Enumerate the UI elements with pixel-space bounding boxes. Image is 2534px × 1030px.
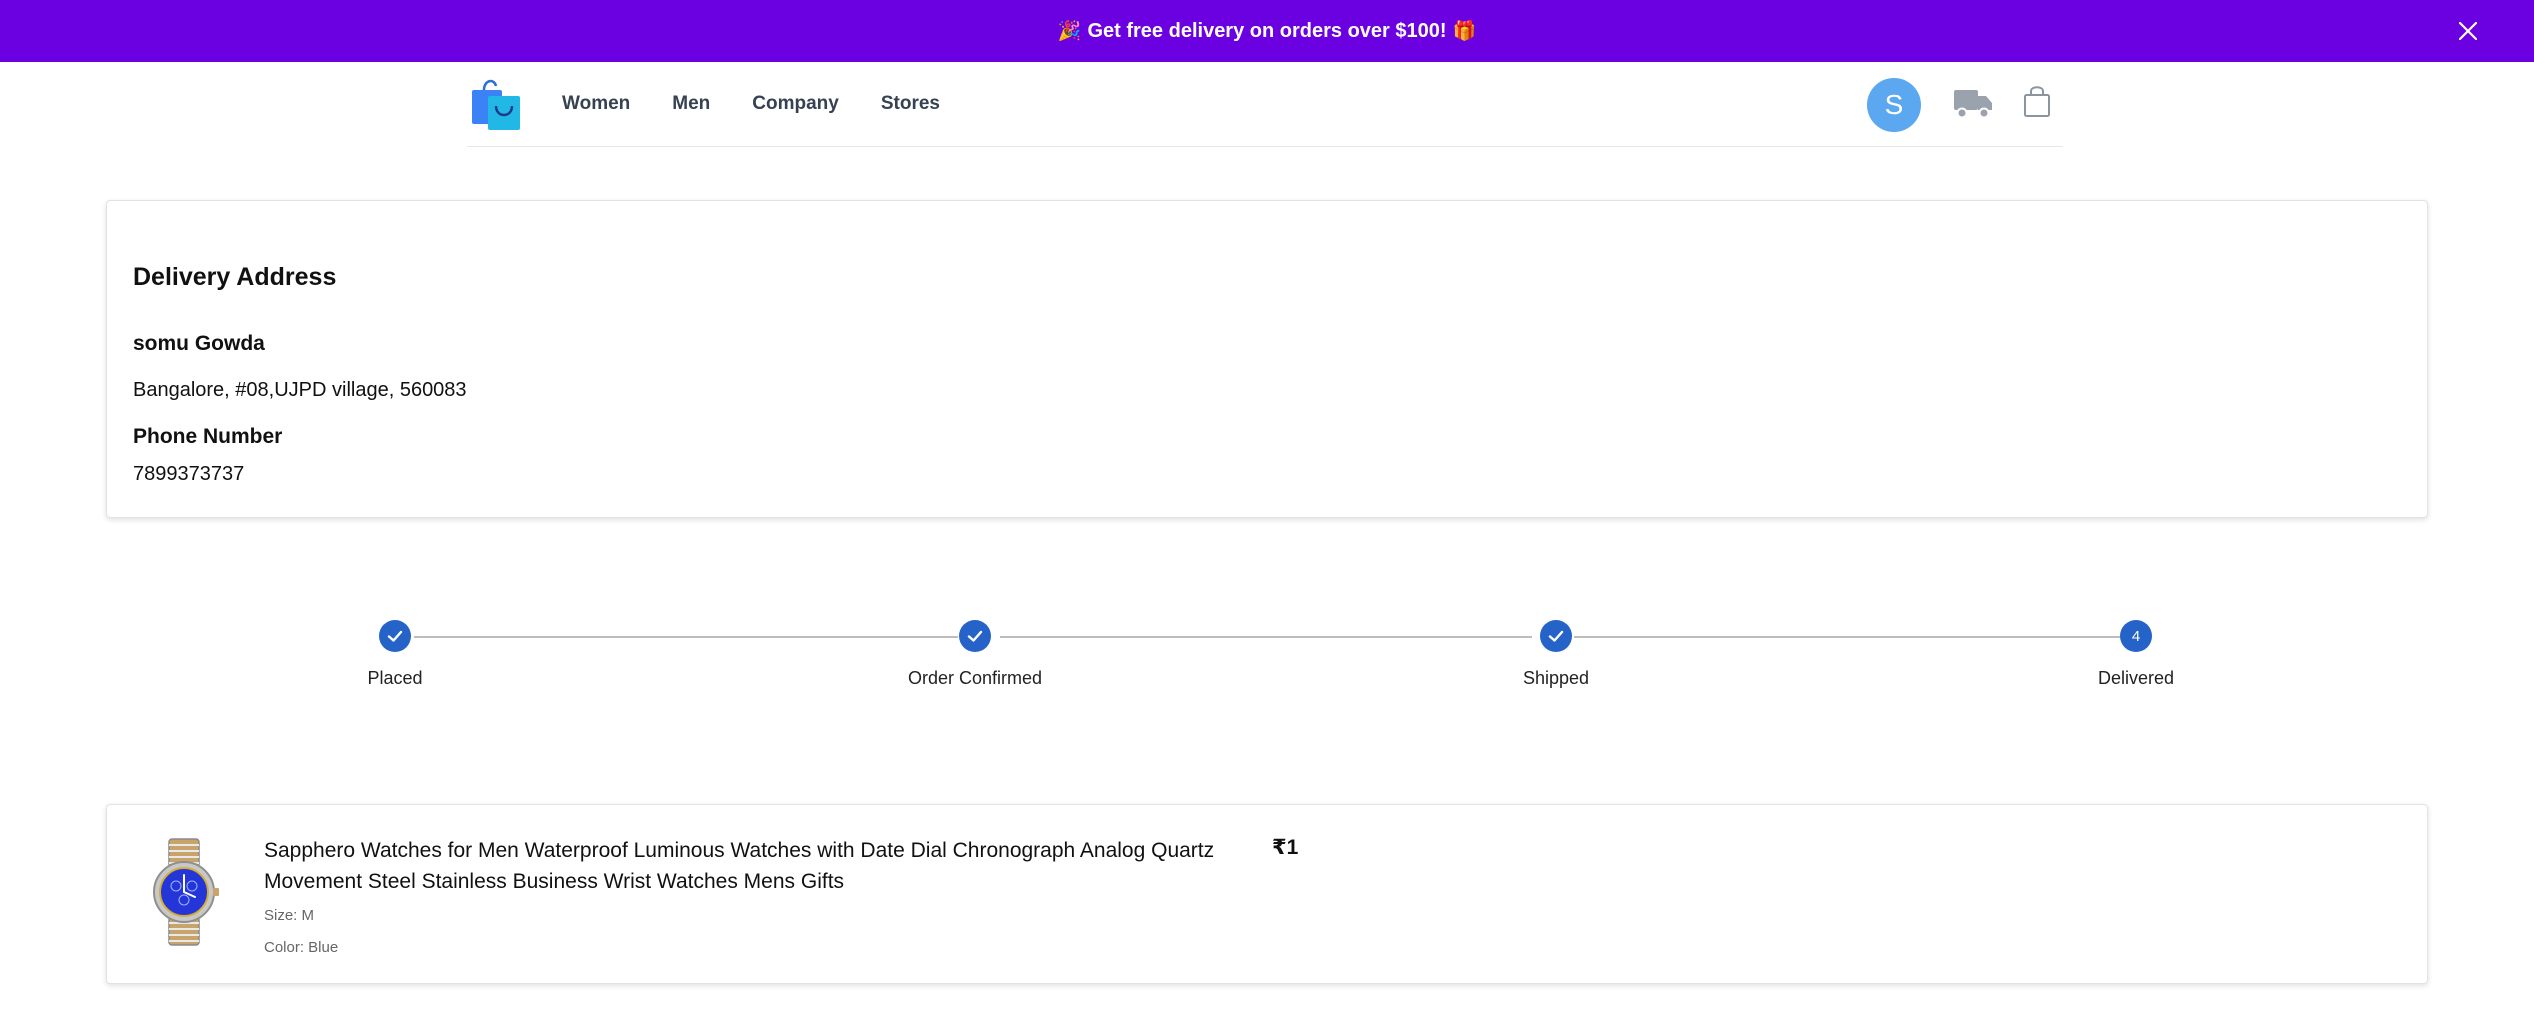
step-label: Shipped	[1522, 668, 1590, 688]
step-number: 4	[2120, 620, 2152, 652]
product-image[interactable]	[147, 837, 221, 947]
nav-stores[interactable]: Stores	[881, 93, 940, 115]
nav-company[interactable]: Company	[752, 93, 839, 115]
promo-banner: 🎉 Get free delivery on orders over $100!…	[0, 0, 2534, 62]
party-icon: 🎉	[1057, 21, 1082, 42]
product-price: ₹1	[1272, 836, 1299, 859]
step-delivered: 4 Delivered	[1986, 620, 2286, 689]
main-nav: Women Men Company Stores	[562, 62, 982, 146]
check-icon	[959, 620, 991, 652]
step-order-confirmed: Order Confirmed	[825, 620, 1125, 689]
phone-number: 7899373737	[133, 463, 245, 485]
nav-women[interactable]: Women	[562, 93, 630, 115]
address-name: somu Gowda	[133, 332, 265, 355]
check-icon	[1540, 620, 1572, 652]
step-label: Order Confirmed	[907, 668, 1043, 688]
address-title: Delivery Address	[133, 263, 337, 291]
address-line: Bangalore, #08,UJPD village, 560083	[133, 379, 467, 401]
promo-text: Get free delivery on orders over $100!	[1087, 19, 1447, 42]
close-icon[interactable]	[2456, 19, 2480, 43]
gift-icon: 🎁	[1452, 21, 1477, 42]
product-title[interactable]: Sapphero Watches for Men Waterproof Lumi…	[264, 835, 1264, 897]
avatar[interactable]: S	[1867, 78, 1921, 132]
product-color: Color: Blue	[264, 939, 339, 956]
product-size: Size: M	[264, 907, 315, 924]
check-icon	[379, 620, 411, 652]
nav-men[interactable]: Men	[672, 93, 710, 115]
order-item-card[interactable]: Sapphero Watches for Men Waterproof Lumi…	[106, 804, 2428, 984]
shopping-bag-logo[interactable]	[470, 76, 522, 132]
step-label: Placed	[367, 668, 423, 688]
site-header: Women Men Company Stores S	[467, 62, 2063, 147]
step-shipped: Shipped	[1406, 620, 1706, 689]
step-placed: Placed	[245, 620, 545, 689]
truck-icon[interactable]	[1953, 86, 1993, 120]
step-label: Delivered	[2097, 668, 2175, 688]
bag-icon[interactable]	[2022, 84, 2052, 118]
order-status-stepper: Placed Order Confirmed Shipped 4 Deliver…	[0, 600, 2534, 710]
phone-label: Phone Number	[133, 425, 283, 448]
delivery-address-card: Delivery Address somu Gowda Bangalore, #…	[106, 200, 2428, 518]
